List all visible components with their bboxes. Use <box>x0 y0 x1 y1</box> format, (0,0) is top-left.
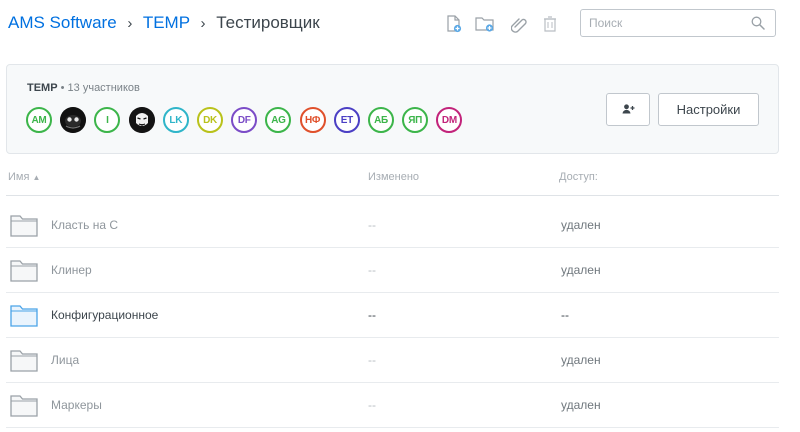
folder-name[interactable]: Лица <box>51 353 79 367</box>
folder-name[interactable]: Класть на С <box>51 218 118 232</box>
search-input[interactable] <box>589 14 739 32</box>
settings-button[interactable]: Настройки <box>658 93 759 126</box>
folder-icon <box>10 258 38 287</box>
folder-icon <box>10 213 38 242</box>
sort-ascending-icon: ▲ <box>32 173 41 182</box>
folder-name[interactable]: Клинер <box>51 263 92 277</box>
member-avatar[interactable]: AG <box>265 107 292 133</box>
page-title: Тестировщик <box>216 13 320 32</box>
folder-modified: -- <box>368 308 376 322</box>
search-icon[interactable] <box>751 16 765 35</box>
avatar-initials: DF <box>237 114 251 126</box>
avatar-initials: ЯП <box>408 114 423 126</box>
member-avatar[interactable]: ET <box>333 107 360 133</box>
avatar-initials: НФ <box>305 114 321 126</box>
avatar-image <box>128 107 155 133</box>
member-avatar[interactable]: НФ <box>299 107 326 133</box>
table-row[interactable]: Лица -- удален <box>6 338 779 383</box>
table-row[interactable]: Конфигурационное -- -- <box>6 293 779 338</box>
avatar-initials: AG <box>271 114 286 126</box>
table-header: Имя ▲ Изменено Доступ: <box>6 163 779 196</box>
attach-link-icon[interactable] <box>510 13 530 35</box>
trash-icon[interactable] <box>540 13 560 35</box>
member-avatar[interactable]: DK <box>197 107 223 133</box>
breadcrumb: AMS Software › TEMP › Тестировщик <box>8 12 320 35</box>
table-row[interactable]: Клинер -- удален <box>6 248 779 293</box>
new-file-icon[interactable] <box>444 13 464 35</box>
avatar-initials: ET <box>340 114 353 126</box>
member-avatar[interactable]: ЯП <box>402 107 429 133</box>
team-panel: TEMP • 13 участников AM I LK DK DF AG НФ ET АБ ЯП… <box>6 64 779 154</box>
breadcrumb-separator: › <box>200 15 206 32</box>
folder-access: -- <box>561 308 569 322</box>
avatar-initials: DM <box>441 114 457 126</box>
header: AMS Software › TEMP › Тестировщик <box>0 0 800 48</box>
breadcrumb-separator: › <box>127 15 133 32</box>
folder-access: удален <box>561 398 601 412</box>
add-user-icon <box>622 102 635 117</box>
folder-access: удален <box>561 263 601 277</box>
breadcrumb-link-temp[interactable]: TEMP <box>143 13 190 32</box>
folder-access: удален <box>561 218 601 232</box>
column-header-access[interactable]: Доступ: <box>559 171 598 183</box>
member-avatar[interactable]: DM <box>436 107 463 133</box>
folder-modified: -- <box>368 263 376 277</box>
new-folder-icon[interactable] <box>475 13 495 35</box>
member-avatar[interactable] <box>128 107 155 133</box>
team-members-count: 13 участников <box>67 82 140 94</box>
folder-icon <box>10 393 38 422</box>
member-avatar[interactable]: DF <box>231 107 258 133</box>
member-avatar[interactable]: AM <box>26 107 52 133</box>
avatar-initials: АБ <box>374 114 388 126</box>
avatar-initials: I <box>106 114 109 126</box>
table-row[interactable]: Класть на С -- удален <box>6 203 779 248</box>
column-header-name-label: Имя <box>8 171 30 183</box>
avatar-image <box>60 107 87 133</box>
folder-modified: -- <box>368 398 376 412</box>
table-row[interactable]: Маркеры -- удален <box>6 383 779 428</box>
folder-name[interactable]: Конфигурационное <box>51 308 158 322</box>
member-avatar[interactable]: LK <box>162 107 189 133</box>
folder-icon <box>10 348 38 377</box>
avatar-initials: DK <box>203 114 217 126</box>
member-avatar[interactable]: I <box>94 107 121 133</box>
avatar-initials: LK <box>169 114 183 126</box>
folder-icon <box>10 303 38 332</box>
avatar-initials: AM <box>31 114 47 126</box>
member-avatar[interactable] <box>60 107 87 133</box>
column-header-changed[interactable]: Изменено <box>368 171 419 183</box>
member-avatar[interactable]: АБ <box>368 107 394 133</box>
folder-name[interactable]: Маркеры <box>51 398 102 412</box>
column-header-name[interactable]: Имя ▲ <box>8 171 40 183</box>
team-separator: • <box>60 82 65 94</box>
breadcrumb-link-ams-software[interactable]: AMS Software <box>8 13 117 32</box>
folder-modified: -- <box>368 353 376 367</box>
folder-access: удален <box>561 353 601 367</box>
add-member-button[interactable] <box>606 93 650 126</box>
search-box <box>580 9 776 37</box>
folder-modified: -- <box>368 218 376 232</box>
team-header: TEMP • 13 участников <box>27 81 140 95</box>
team-name[interactable]: TEMP <box>27 82 58 94</box>
